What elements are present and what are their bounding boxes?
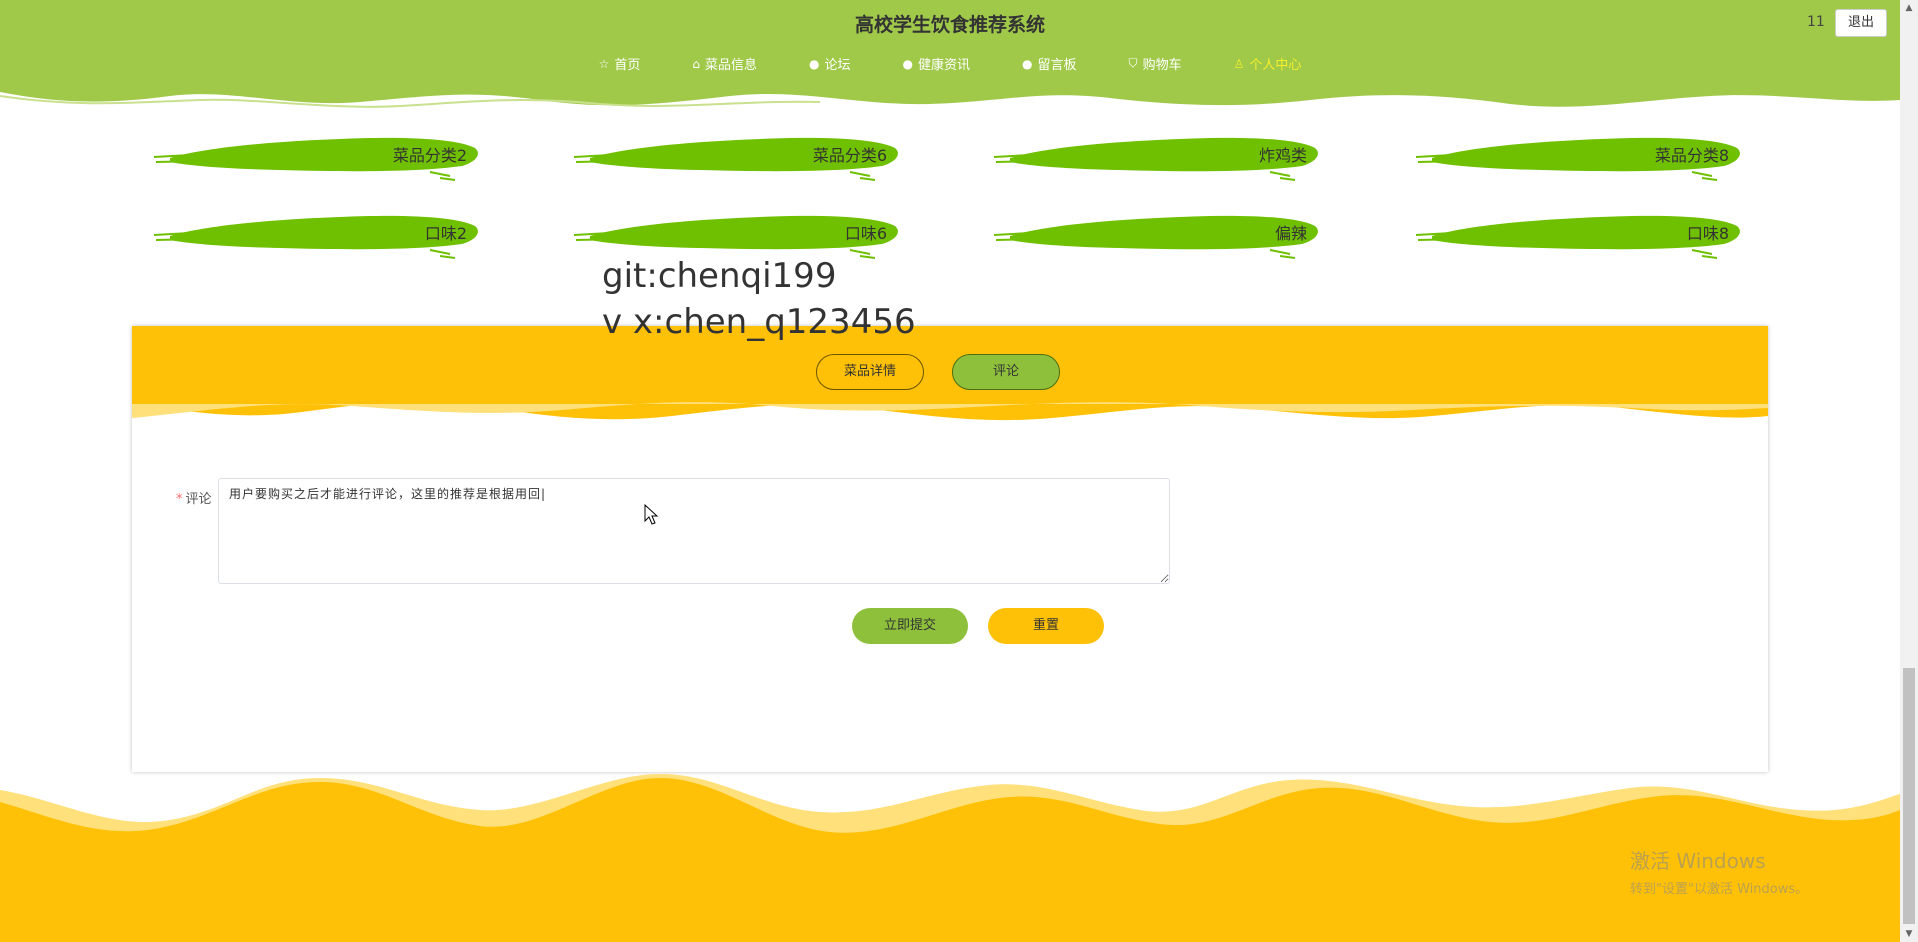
main-nav: ☆ 首页 ⌂ 菜品信息 ● 论坛 ● 健康资讯 ● 留言板 ⛉ 购物车 ♙ 个人… xyxy=(0,54,1900,73)
nav-item-forum[interactable]: ● 论坛 xyxy=(809,54,851,74)
tag-label: 菜品分类8 xyxy=(1654,146,1729,165)
panel-wave-background xyxy=(132,326,1768,421)
circle-icon: ● xyxy=(902,56,914,71)
watermark-line-2: v x:chen_q123456 xyxy=(602,302,916,342)
windows-activation-subtitle: 转到"设置"以激活 Windows。 xyxy=(1630,882,1809,897)
cart-icon: ⛉ xyxy=(1128,56,1138,70)
submit-button[interactable]: 立即提交 xyxy=(852,608,968,644)
tab-comment[interactable]: 评论 xyxy=(952,354,1060,390)
windows-activation-notice: 激活 Windows 转到"设置"以激活 Windows。 xyxy=(1630,845,1808,897)
scroll-thumb[interactable] xyxy=(1903,668,1915,924)
scroll-down-arrow-icon[interactable]: ▼ xyxy=(1900,926,1918,942)
nav-label: 健康资讯 xyxy=(918,58,971,73)
star-icon: ☆ xyxy=(598,56,610,71)
bag-icon: ⌂ xyxy=(692,56,701,71)
nav-item-home[interactable]: ☆ 首页 xyxy=(598,54,641,74)
tab-dish-detail[interactable]: 菜品详情 xyxy=(816,354,924,390)
nav-label: 首页 xyxy=(614,58,641,73)
site-title: 高校学生饮食推荐系统 xyxy=(854,14,1045,36)
tag-label: 偏辣 xyxy=(1274,224,1307,243)
tag-label: 菜品分类2 xyxy=(392,146,467,165)
username: 11 xyxy=(1807,14,1825,30)
footer-wave-background xyxy=(0,774,1900,942)
page-scrollbar[interactable]: ▲ ▼ xyxy=(1900,0,1918,942)
category-tag[interactable]: 菜品分类6 xyxy=(570,124,905,184)
category-tag[interactable]: 炸鸡类 xyxy=(990,124,1325,184)
comment-textarea[interactable]: 用户要购买之后才能进行评论，这里的推荐是根据用回| xyxy=(218,478,1170,584)
flavor-tag[interactable]: 偏辣 xyxy=(990,202,1325,262)
nav-label: 购物车 xyxy=(1142,58,1182,73)
nav-item-health-news[interactable]: ● 健康资讯 xyxy=(902,54,971,74)
watermark-line-1: git:chenqi199 xyxy=(602,256,837,296)
logout-button[interactable]: 退出 xyxy=(1835,9,1887,37)
tag-label: 菜品分类6 xyxy=(812,146,887,165)
flavor-tag[interactable]: 口味8 xyxy=(1412,202,1747,262)
flavor-tag[interactable]: 口味6 xyxy=(570,202,905,262)
comment-label-text: 评论 xyxy=(185,492,212,507)
header: 高校学生饮食推荐系统 11 退出 ☆ 首页 ⌂ 菜品信息 ● 论坛 ● 健康资讯… xyxy=(0,0,1900,112)
tag-label: 炸鸡类 xyxy=(1258,146,1307,165)
nav-label: 论坛 xyxy=(824,58,851,73)
circle-icon: ● xyxy=(809,56,820,71)
tag-label: 口味8 xyxy=(1686,224,1729,243)
info-icon: ● xyxy=(1022,56,1033,71)
comment-label: * 评论 xyxy=(176,488,212,507)
nav-item-personal-center[interactable]: ♙ 个人中心 xyxy=(1233,54,1302,74)
required-mark: * xyxy=(176,492,183,507)
mouse-cursor-icon xyxy=(644,504,659,525)
category-tag[interactable]: 菜品分类8 xyxy=(1412,124,1747,184)
nav-item-message-board[interactable]: ● 留言板 xyxy=(1022,54,1077,74)
nav-label: 个人中心 xyxy=(1249,58,1302,73)
nav-label: 菜品信息 xyxy=(705,58,758,73)
user-icon: ♙ xyxy=(1233,56,1245,71)
nav-item-cart[interactable]: ⛉ 购物车 xyxy=(1129,54,1182,73)
comment-panel: 菜品详情 评论 * 评论 用户要购买之后才能进行评论，这里的推荐是根据用回| 立即… xyxy=(132,326,1768,772)
nav-item-dishes[interactable]: ⌂ 菜品信息 xyxy=(692,54,758,74)
category-tag[interactable]: 菜品分类2 xyxy=(150,124,485,184)
scroll-up-arrow-icon[interactable]: ▲ xyxy=(1900,0,1918,16)
reset-button[interactable]: 重置 xyxy=(988,608,1104,644)
tag-label: 口味6 xyxy=(844,224,887,243)
nav-label: 留言板 xyxy=(1037,58,1077,73)
flavor-tag[interactable]: 口味2 xyxy=(150,202,485,262)
tag-label: 口味2 xyxy=(424,224,467,243)
windows-activation-title: 激活 Windows xyxy=(1630,849,1766,873)
